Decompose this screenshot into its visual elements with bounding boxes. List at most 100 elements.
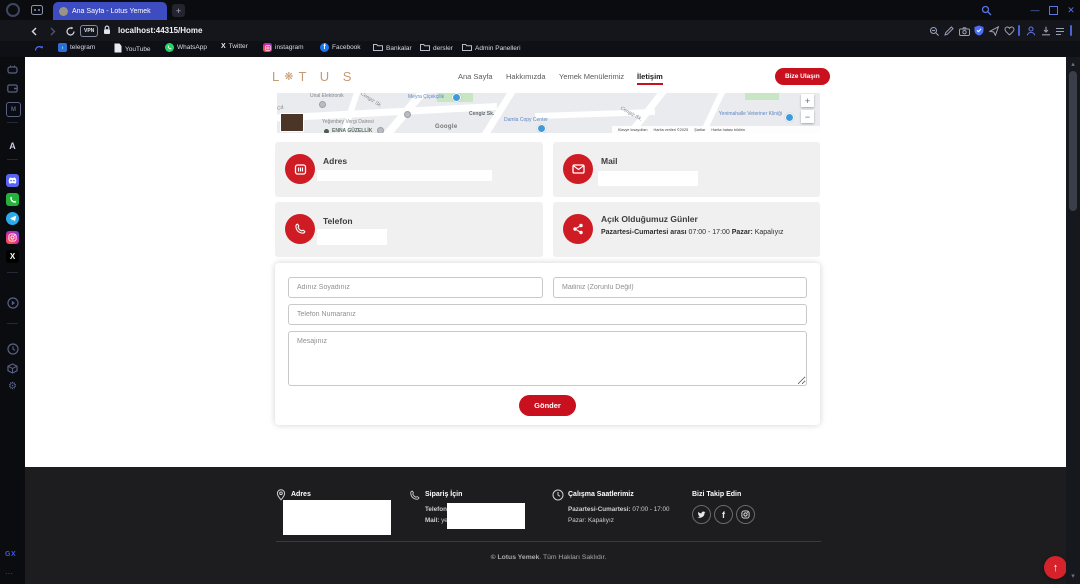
send-to-device-icon[interactable] <box>988 25 1000 37</box>
bookmark-heart-icon[interactable] <box>1003 25 1015 37</box>
redaction-box <box>283 500 391 535</box>
aria-icon[interactable]: A <box>6 139 19 152</box>
x-favicon: X <box>221 43 226 50</box>
history-icon[interactable] <box>6 342 19 355</box>
scrollbar-thumb[interactable] <box>1069 71 1077 211</box>
wallet-icon[interactable] <box>6 82 19 95</box>
nav-active-underline <box>637 83 663 85</box>
bookmark-folder-admin[interactable]: Admin Panelleri <box>462 43 521 54</box>
forward-icon[interactable] <box>46 25 58 37</box>
mods-icon[interactable]: M <box>6 102 21 117</box>
new-tab-button[interactable]: + <box>172 4 185 17</box>
map-poi-marker[interactable] <box>377 127 384 133</box>
phone-input[interactable] <box>288 304 807 325</box>
x-icon[interactable]: X <box>6 250 19 263</box>
map-label-damla: Damla Copy Center <box>504 117 548 123</box>
bookmark-folder-bankalar[interactable]: Bankalar <box>373 43 412 54</box>
scroll-to-top-button[interactable]: ↑ <box>1044 556 1067 579</box>
bookmark-youtube[interactable]: YouTube <box>114 43 151 55</box>
addressbar-divider <box>1018 25 1020 36</box>
card-mail-title: Mail <box>601 156 618 166</box>
map-poi-marker[interactable] <box>319 101 326 108</box>
search-icon[interactable] <box>979 3 993 17</box>
camera-icon[interactable] <box>958 25 970 37</box>
bize-ulasin-button[interactable]: Bize Ulaşın <box>775 68 830 85</box>
map-marker-damla[interactable] <box>537 124 546 133</box>
bookmark-whatsapp[interactable]: WhatsApp <box>165 43 207 52</box>
profile-icon[interactable] <box>1025 25 1037 37</box>
bookmark-telegram[interactable]: t telegram <box>58 43 95 52</box>
url-text[interactable]: localhost:44315/Home <box>118 26 202 35</box>
card-adres: Adres <box>275 142 543 197</box>
whatsapp-icon[interactable] <box>6 193 19 206</box>
extensions-icon[interactable] <box>6 362 19 375</box>
map-marker-veteriner[interactable] <box>785 113 794 122</box>
map-attr-report[interactable]: Harita hatası bildirin <box>711 128 745 132</box>
map-marker-meyra[interactable] <box>452 93 461 102</box>
sidebar-divider <box>7 122 18 123</box>
nav-ana-sayfa[interactable]: Ana Sayfa <box>458 72 493 81</box>
card-hours: Açık Olduğumuz Günler Pazartesi-Cumartes… <box>553 202 820 257</box>
close-button[interactable]: ✕ <box>1064 3 1078 17</box>
google-map-embed[interactable]: Unal Elektronik Cd. Yeğenbey Vergi Daire… <box>277 93 820 133</box>
opera-gx-logo-icon[interactable] <box>6 3 20 17</box>
browser-sidebar: M A X ⚙ GX ⋯ <box>0 57 25 584</box>
bookmark-folder-dersler[interactable]: dersler <box>420 43 453 54</box>
map-attr-shortcuts[interactable]: Klavye kısayolları <box>618 128 648 132</box>
discord-icon[interactable] <box>6 174 19 187</box>
zoom-out-icon[interactable] <box>928 25 940 37</box>
mail-icon <box>563 154 593 184</box>
reading-list-icon[interactable] <box>1054 25 1066 37</box>
shield-check-icon[interactable] <box>973 24 985 37</box>
name-input[interactable] <box>288 277 543 298</box>
map-poi-marker[interactable] <box>404 111 411 118</box>
bookmark-instagram[interactable]: instagram <box>263 43 304 52</box>
google-logo[interactable]: Google <box>435 124 457 130</box>
scrollbar-down-arrow[interactable]: ▾ <box>1066 571 1080 581</box>
gonder-button[interactable]: Gönder <box>519 395 576 416</box>
site-logo[interactable]: L❋T U S <box>272 65 356 87</box>
more-icon[interactable]: ⋯ <box>5 569 13 578</box>
browser-tab-active[interactable]: Ana Sayfa - Lotus Yemek <box>53 2 167 20</box>
bookmark-facebook[interactable]: f Facebook <box>320 43 361 52</box>
tab-favicon <box>59 7 68 16</box>
minimize-button[interactable]: — <box>1028 3 1042 17</box>
reload-icon[interactable] <box>64 25 76 37</box>
message-textarea[interactable] <box>288 331 807 386</box>
map-attr-terms[interactable]: Şartlar <box>694 128 705 132</box>
nav-yemek-menulerimiz[interactable]: Yemek Menülerimiz <box>559 72 624 81</box>
gx-logo[interactable]: GX <box>5 551 16 558</box>
nav-iletisim[interactable]: İletişim <box>637 72 663 81</box>
vpn-badge[interactable]: VPN <box>80 25 98 37</box>
map-zoom-in-button[interactable]: + <box>801 94 814 107</box>
clock-icon <box>552 488 564 506</box>
player-icon[interactable] <box>6 296 19 309</box>
workspaces-icon[interactable] <box>30 4 44 16</box>
downloads-icon[interactable] <box>1040 25 1052 37</box>
nav-hakkimizda[interactable]: Hakkımızda <box>506 72 546 81</box>
map-label-unal: Unal Elektronik <box>310 93 344 99</box>
instagram-favicon <box>263 43 272 52</box>
snapshot-icon[interactable] <box>943 25 955 37</box>
facebook-icon[interactable]: f <box>714 505 733 524</box>
mail-input[interactable] <box>553 277 807 298</box>
instagram-icon[interactable] <box>736 505 755 524</box>
back-icon[interactable] <box>28 25 40 37</box>
instagram-icon[interactable] <box>6 231 19 244</box>
map-poi-marker-dark[interactable] <box>324 129 329 133</box>
building-icon <box>285 154 315 184</box>
twitter-icon[interactable] <box>692 505 711 524</box>
page-favicon <box>114 43 122 55</box>
bookmark-twitter[interactable]: X Twitter <box>221 43 248 50</box>
curved-arrow-icon[interactable] <box>33 43 45 55</box>
page-scrollbar[interactable]: ▴ ▾ <box>1066 57 1080 584</box>
telegram-icon[interactable] <box>6 212 19 225</box>
map-photo-thumbnail[interactable] <box>280 113 304 132</box>
footer-adres-title: Adres <box>291 491 311 498</box>
maximize-button[interactable] <box>1046 3 1060 17</box>
gx-corner-icon[interactable] <box>6 62 19 75</box>
settings-icon[interactable]: ⚙ <box>6 380 19 393</box>
map-zoom-out-button[interactable]: − <box>801 110 814 123</box>
scrollbar-up-arrow[interactable]: ▴ <box>1066 59 1080 69</box>
facebook-favicon: f <box>320 43 329 52</box>
